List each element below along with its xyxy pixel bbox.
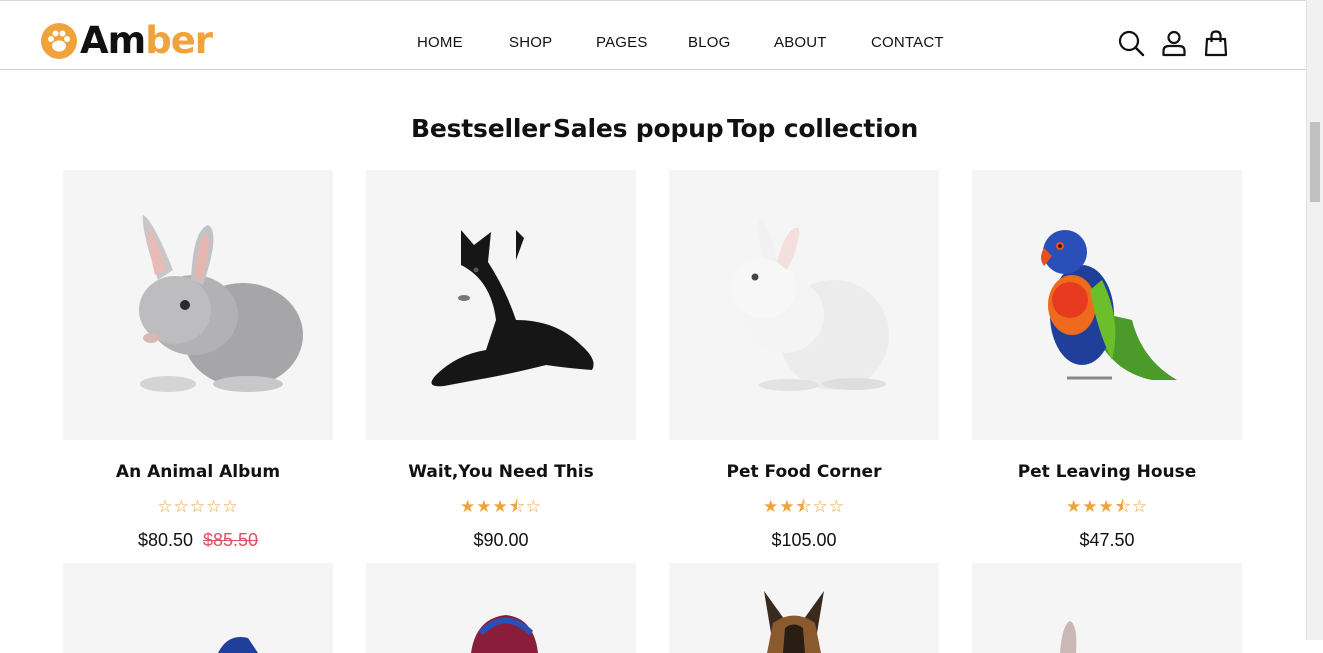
product-card: Pet Leaving House ★★★⯪☆ $47.50 <box>972 170 1242 550</box>
rating-stars: ★★⯪☆☆ <box>669 498 939 515</box>
star-empty-icon: ☆ <box>189 497 207 516</box>
current-price: $105.00 <box>771 530 837 550</box>
star-empty-icon: ☆ <box>812 497 829 516</box>
nav-blog[interactable]: BLOG <box>688 34 730 51</box>
product-price: $47.50 <box>972 530 1242 551</box>
product-image[interactable] <box>63 170 333 440</box>
star-full-icon: ★ <box>1082 497 1099 516</box>
nav-contact[interactable]: CONTACT <box>871 34 944 51</box>
product-title[interactable]: Pet Food Corner <box>669 462 939 482</box>
star-empty-icon: ☆ <box>828 497 846 516</box>
nav-pages[interactable]: PAGES <box>596 34 648 51</box>
white-rabbit-image <box>732 218 889 391</box>
product-card: Wait,You Need This ★★★⯪☆ $90.00 <box>366 170 636 550</box>
black-dog-image <box>431 230 594 387</box>
star-empty-icon: ☆ <box>1131 497 1149 516</box>
current-price: $80.50 <box>137 530 193 550</box>
rating-stars: ☆☆☆☆☆ <box>63 498 333 515</box>
parrot-image <box>1041 230 1177 380</box>
star-full-icon: ★ <box>1098 497 1115 516</box>
star-full-icon: ★ <box>492 497 509 516</box>
grey-rabbit-image <box>139 215 303 392</box>
product-price: $90.00 <box>366 530 636 551</box>
product-image[interactable] <box>669 170 939 440</box>
current-price: $90.00 <box>473 530 529 550</box>
star-empty-icon: ☆ <box>206 497 223 516</box>
star-empty-icon: ☆ <box>222 497 239 516</box>
tab-sales-popup[interactable]: Sales popup <box>553 114 724 143</box>
star-empty-icon: ☆ <box>157 497 174 516</box>
user-icon[interactable] <box>1160 29 1188 57</box>
page-scrollbar[interactable] <box>1306 0 1323 640</box>
star-half-icon: ⯪ <box>1114 497 1132 516</box>
star-half-icon: ⯪ <box>795 497 813 516</box>
star-empty-icon: ☆ <box>173 497 190 516</box>
bag-icon[interactable] <box>1202 29 1230 57</box>
product-title[interactable]: Wait,You Need This <box>366 462 636 482</box>
product-card: An Animal Album ☆☆☆☆☆ $80.50 $85.50 <box>63 170 333 550</box>
rating-stars: ★★★⯪☆ <box>972 498 1242 515</box>
old-price: $85.50 <box>203 530 259 550</box>
star-full-icon: ★ <box>476 497 493 516</box>
star-full-icon: ★ <box>1065 497 1083 516</box>
product-title[interactable]: Pet Leaving House <box>972 462 1242 482</box>
product-image[interactable] <box>972 170 1242 440</box>
product-price: $105.00 <box>669 530 939 551</box>
product-image[interactable] <box>366 170 636 440</box>
product-card: Pet Food Corner ★★⯪☆☆ $105.00 <box>669 170 939 550</box>
tab-top-collection[interactable]: Top collection <box>727 114 918 143</box>
site-header: Amber HOME SHOP PAGES BLOG ABOUT CONTACT <box>0 1 1307 70</box>
product-tabs: Bestseller Sales popup Top collection <box>0 114 1307 148</box>
rating-stars: ★★★⯪☆ <box>366 498 636 515</box>
star-full-icon: ★ <box>459 497 477 516</box>
star-half-icon: ⯪ <box>508 497 526 516</box>
current-price: $47.50 <box>1079 530 1135 550</box>
product-price: $80.50 $85.50 <box>63 530 333 551</box>
nav-shop[interactable]: SHOP <box>509 34 552 51</box>
tab-bestseller[interactable]: Bestseller <box>411 114 550 143</box>
star-full-icon: ★ <box>779 497 796 516</box>
main-nav: HOME SHOP PAGES BLOG ABOUT CONTACT <box>0 1 1307 69</box>
star-empty-icon: ☆ <box>525 497 543 516</box>
nav-about[interactable]: ABOUT <box>774 34 827 51</box>
product-title[interactable]: An Animal Album <box>63 462 333 482</box>
search-icon[interactable] <box>1117 29 1145 57</box>
scrollbar-thumb[interactable] <box>1310 122 1320 202</box>
star-full-icon: ★ <box>762 497 780 516</box>
nav-home[interactable]: HOME <box>417 34 463 51</box>
